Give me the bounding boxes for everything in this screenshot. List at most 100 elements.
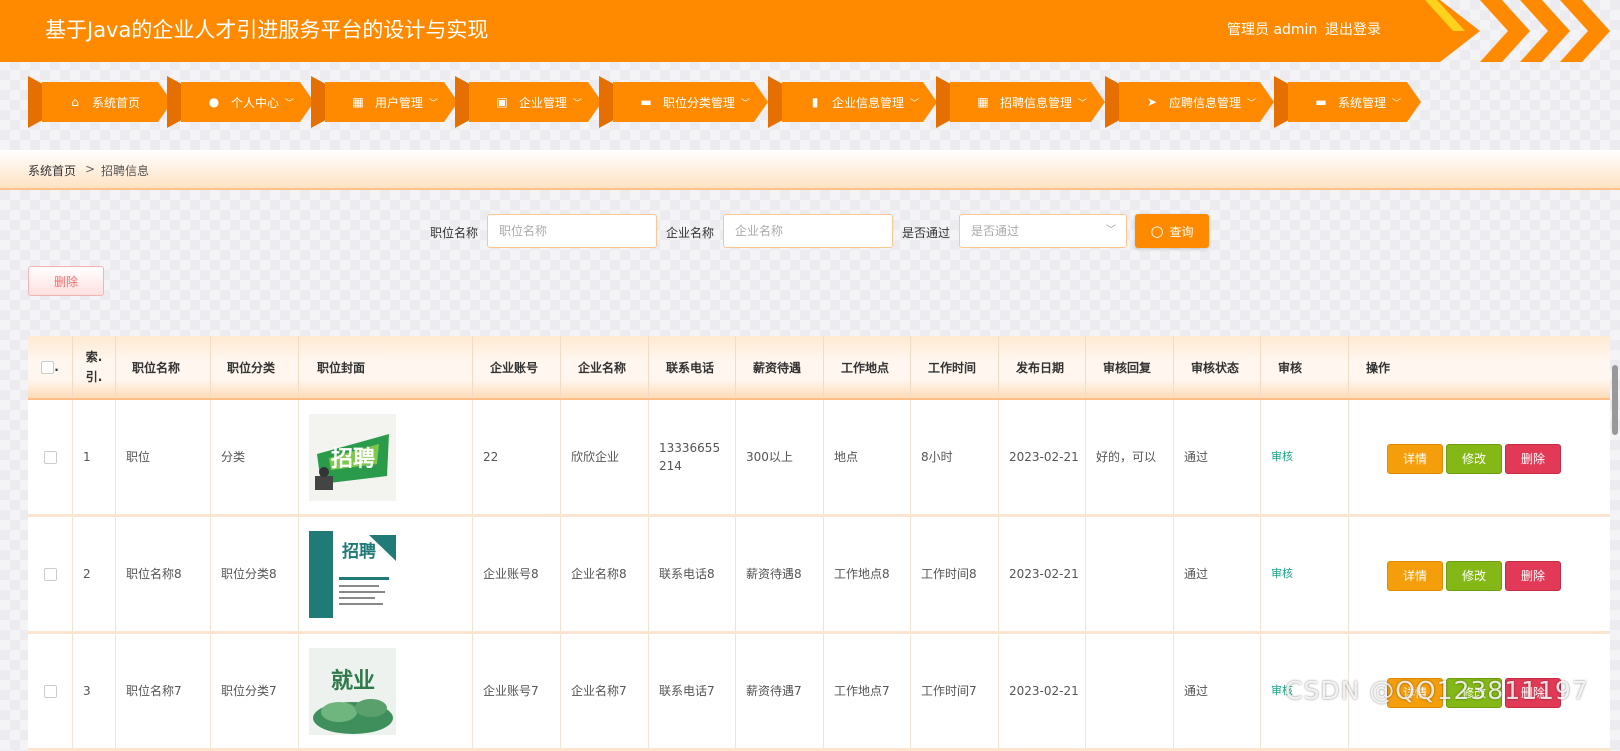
cover-text: 就业: [331, 668, 375, 694]
chevron-down-icon: ﹀: [573, 98, 583, 109]
grid-icon: ▦: [352, 95, 364, 109]
company-input[interactable]: 企业名称: [723, 214, 893, 248]
row-phone: 13336655214: [649, 400, 736, 514]
row-category: 职位分类7: [211, 634, 299, 748]
col-status: 审核状态: [1174, 336, 1261, 398]
send-icon: ➤: [1146, 95, 1158, 109]
col-phone: 联系电话: [649, 336, 736, 398]
row-index: 1: [73, 400, 116, 514]
top-bar: 基于Java的企业人才引进服务平台的设计与实现 管理员 admin 退出登录: [0, 0, 1620, 62]
row-date: 2023-02-21: [999, 517, 1086, 631]
row-checkbox[interactable]: [28, 400, 73, 514]
col-index: 索. 引.: [73, 336, 116, 398]
breadcrumb-home[interactable]: 系统首页: [28, 162, 76, 179]
user-icon: ●: [208, 95, 220, 109]
chevron-down-icon: ﹀: [429, 98, 439, 109]
row-name: 职位名称8: [116, 517, 211, 631]
passed-select[interactable]: 是否通过 ﹀: [959, 214, 1127, 248]
query-button[interactable]: ○ 查询: [1135, 214, 1209, 248]
row-checkbox[interactable]: [28, 634, 73, 748]
scrollbar-thumb[interactable]: [1612, 365, 1618, 435]
col-account: 企业账号: [473, 336, 561, 398]
row-company: 企业名称8: [561, 517, 649, 631]
home-icon: ⌂: [71, 95, 79, 109]
admin-label: 管理员 admin: [1227, 22, 1318, 38]
col-reply: 审核回复: [1086, 336, 1174, 398]
row-account: 企业账号7: [473, 634, 561, 748]
delete-button[interactable]: 删除: [1505, 444, 1561, 474]
cover-image: 招聘: [309, 530, 396, 618]
row-date: 2023-02-21: [999, 400, 1086, 514]
chevron-down-icon: ﹀: [1078, 98, 1088, 109]
batch-delete-button[interactable]: 删除: [28, 266, 104, 296]
chevron-down-icon: ﹀: [1106, 225, 1116, 236]
grid-icon: ▦: [977, 95, 989, 109]
row-audit-cell: 审核: [1261, 400, 1349, 514]
chevron-down-icon: ﹀: [741, 98, 751, 109]
position-input[interactable]: 职位名称: [487, 214, 657, 248]
col-category: 职位分类: [211, 336, 299, 398]
clipboard-icon: ▣: [496, 95, 508, 109]
col-salary: 薪资待遇: [736, 336, 824, 398]
col-audit: 审核: [1261, 336, 1349, 398]
row-audit-cell: 审核: [1261, 517, 1349, 631]
col-actions: 操作: [1366, 360, 1391, 375]
breadcrumb: 系统首页 > 招聘信息: [0, 150, 1620, 190]
row-phone: 联系电话7: [649, 634, 736, 748]
row-location: 地点: [824, 400, 911, 514]
row-hours: 工作时间7: [911, 634, 999, 748]
audit-link[interactable]: 审核: [1271, 448, 1293, 466]
row-cover[interactable]: 招聘: [299, 400, 473, 514]
select-all-checkbox[interactable]: .: [28, 336, 73, 398]
col-location: 工作地点: [824, 336, 911, 398]
row-reply: [1086, 634, 1174, 748]
row-index: 2: [73, 517, 116, 631]
row-cover[interactable]: 就业: [299, 634, 473, 748]
chevron-decor-icon: [1480, 0, 1530, 62]
row-account: 22: [473, 400, 561, 514]
breadcrumb-current: 招聘信息: [101, 164, 150, 178]
logout-link[interactable]: 退出登录: [1325, 19, 1381, 39]
col-date: 发布日期: [999, 336, 1086, 398]
edit-button[interactable]: 修改: [1446, 561, 1502, 591]
row-date: 2023-02-21: [999, 634, 1086, 748]
row-status: 通过: [1174, 400, 1261, 514]
detail-button[interactable]: 详情: [1387, 561, 1443, 591]
row-status: 通过: [1174, 517, 1261, 631]
company-label: 企业名称: [666, 226, 715, 240]
row-checkbox[interactable]: [28, 517, 73, 631]
row-index: 3: [73, 634, 116, 748]
row-reply: [1086, 517, 1174, 631]
row-company: 企业名称7: [561, 634, 649, 748]
chevron-down-icon: ﹀: [1392, 98, 1402, 109]
passed-label: 是否通过: [902, 226, 951, 240]
col-hours: 工作时间: [911, 336, 999, 398]
row-reply: 好的，可以: [1086, 400, 1174, 514]
col-name: 职位名称: [116, 336, 211, 398]
cover-text: 招聘: [342, 541, 376, 562]
row-salary: 300以上: [736, 400, 824, 514]
detail-button[interactable]: 详情: [1387, 444, 1443, 474]
row-phone: 联系电话8: [649, 517, 736, 631]
row-category: 职位分类8: [211, 517, 299, 631]
row-hours: 8小时: [911, 400, 999, 514]
search-icon: ○: [1150, 222, 1164, 240]
monitor-icon: ▬: [640, 95, 652, 109]
row-company: 欣欣企业: [561, 400, 649, 514]
breadcrumb-separator: >: [85, 162, 96, 176]
delete-button[interactable]: 删除: [1505, 561, 1561, 591]
edit-button[interactable]: 修改: [1446, 444, 1502, 474]
row-name: 职位名称7: [116, 634, 211, 748]
audit-link[interactable]: 审核: [1271, 565, 1293, 583]
row-account: 企业账号8: [473, 517, 561, 631]
row-actions: 详情 修改 删除: [1349, 517, 1610, 631]
col-company: 企业名称: [561, 336, 649, 398]
bar-chart-icon: ▮: [811, 95, 819, 109]
col-cover: 职位封面: [299, 336, 473, 398]
row-cover[interactable]: 招聘: [299, 517, 473, 631]
row-salary: 薪资待遇7: [736, 634, 824, 748]
row-location: 工作地点7: [824, 634, 911, 748]
chevron-down-icon: ﹀: [1247, 98, 1257, 109]
row-status: 通过: [1174, 634, 1261, 748]
chevron-down-icon: ﹀: [285, 98, 295, 109]
